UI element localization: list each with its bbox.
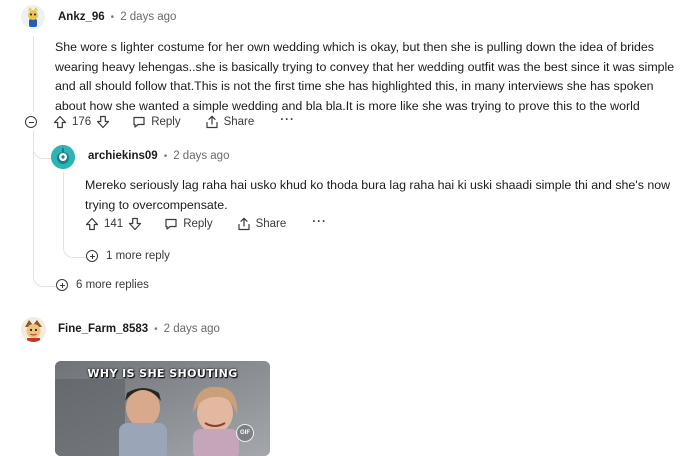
separator-dot: • [110,11,115,23]
reply-label: Reply [151,116,181,128]
reply-icon [165,218,177,230]
downvote-icon[interactable] [128,217,142,231]
reply-label: Reply [183,218,213,230]
more-replies-label: 1 more reply [106,250,170,262]
upvote-icon[interactable] [85,217,99,231]
share-label: Share [223,116,255,128]
comment-actions: 141 Reply Share ··· [85,215,327,233]
username[interactable]: Fine_Farm_8583 [58,323,148,335]
avatar[interactable] [21,5,45,29]
avatar[interactable] [21,317,46,342]
separator-dot: • [154,323,158,335]
more-replies-label: 6 more replies [76,279,149,291]
reply-icon [133,116,145,128]
gif-caption: WHY IS SHE SHOUTING [87,367,238,380]
timestamp[interactable]: 2 days ago [173,150,229,162]
thread-elbow-more-replies [33,264,56,287]
gif-image[interactable]: WHY IS SHE SHOUTING [55,361,270,456]
thread-elbow-more-reply [63,232,86,258]
vote-count: 176 [72,116,92,128]
share-label: Share [255,218,287,230]
vote-count: 141 [104,218,124,230]
timestamp[interactable]: 2 days ago [120,11,176,23]
share-button[interactable]: Share [237,217,287,231]
share-icon [237,217,250,231]
more-replies-button[interactable]: 1 more reply [86,250,170,262]
thread-line-main[interactable] [33,36,34,112]
comment-actions: 176 Reply Share ··· [25,113,295,131]
username[interactable]: archiekins09 [88,150,158,162]
downvote-icon[interactable] [96,115,110,129]
gif-badge: GIF [236,424,254,442]
expand-icon [86,250,98,262]
share-icon [205,115,218,129]
overflow-icon[interactable]: ··· [280,114,295,126]
collapse-icon[interactable] [25,116,37,128]
reply-button[interactable]: Reply [164,217,213,231]
vote-group: 141 [85,217,142,231]
separator-dot: • [163,150,168,162]
timestamp[interactable]: 2 days ago [164,323,220,335]
upvote-icon[interactable] [53,115,67,129]
comment-header: archiekins09 • 2 days ago [88,150,229,162]
overflow-icon[interactable]: ··· [312,216,327,228]
comment-header: Ankz_96 • 2 days ago [58,11,176,23]
username[interactable]: Ankz_96 [58,11,105,23]
comment-body: She wore s lighter costume for her own w… [55,40,675,113]
comment-header: Fine_Farm_8583 • 2 days ago [58,323,220,335]
comment-body: Mereko seriously lag raha hai usko khud … [85,178,671,212]
share-button[interactable]: Share [205,115,255,129]
reply-button[interactable]: Reply [132,115,181,129]
expand-icon [56,279,68,291]
more-replies-button[interactable]: 6 more replies [56,279,149,291]
vote-group: 176 [53,115,110,129]
avatar[interactable] [51,145,75,169]
